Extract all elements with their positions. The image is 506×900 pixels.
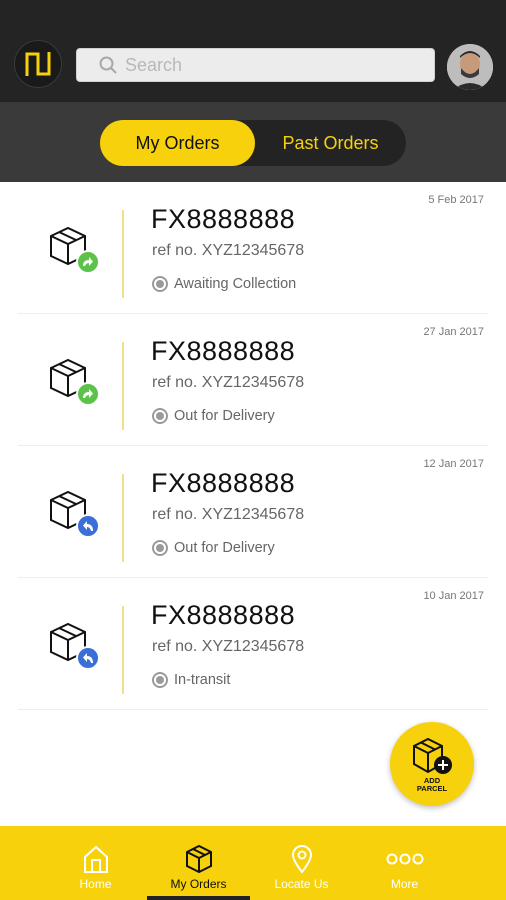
status-text: Out for Delivery xyxy=(174,408,275,424)
orders-list: FX8888888 ref no. XYZ12345678 Awaiting C… xyxy=(0,182,506,710)
status-radio-icon xyxy=(152,540,168,556)
package-icon xyxy=(48,226,100,276)
logo-mark-icon xyxy=(25,52,51,76)
map-pin-icon xyxy=(291,845,312,874)
order-code: FX8888888 xyxy=(151,204,296,234)
order-ref: ref no. XYZ12345678 xyxy=(152,638,305,655)
nav-more-label: More xyxy=(390,877,419,891)
row-divider xyxy=(122,474,124,562)
tab-switcher: My Orders Past Orders xyxy=(100,120,406,166)
app-screen: My Orders Past Orders FX8888888 ref no. … xyxy=(0,0,506,900)
order-ref: ref no. XYZ12345678 xyxy=(152,242,305,259)
package-icon xyxy=(48,622,100,672)
order-row[interactable]: FX8888888 ref no. XYZ12345678 Out for De… xyxy=(18,314,488,446)
order-date: 12 Jan 2017 xyxy=(423,458,484,470)
order-ref: ref no. XYZ12345678 xyxy=(152,506,305,523)
nav-locate-us[interactable]: Locate Us xyxy=(250,826,353,900)
tab-my-orders[interactable]: My Orders xyxy=(100,120,255,166)
package-icon xyxy=(48,490,100,540)
home-icon xyxy=(83,845,108,873)
profile-photo-icon xyxy=(447,44,493,90)
status-text: Out for Delivery xyxy=(174,540,275,556)
green-forward-arrow-icon xyxy=(50,226,100,274)
row-divider xyxy=(122,210,124,298)
green-forward-arrow-icon xyxy=(50,358,100,406)
order-ref: ref no. XYZ12345678 xyxy=(152,374,305,391)
order-status: Awaiting Collection xyxy=(152,276,296,292)
search-bar[interactable] xyxy=(76,48,435,82)
order-date: 5 Feb 2017 xyxy=(428,194,484,206)
order-status: Out for Delivery xyxy=(152,540,275,556)
package-icon xyxy=(185,844,212,874)
more-dots-icon xyxy=(386,853,423,865)
blue-return-arrow-icon xyxy=(50,490,100,538)
add-package-icon xyxy=(413,737,452,774)
bottom-navigation: Home My Orders Locate Us More xyxy=(0,826,506,900)
order-row[interactable]: FX8888888 ref no. XYZ12345678 In-transit… xyxy=(18,578,488,710)
status-radio-icon xyxy=(152,408,168,424)
nav-my-orders[interactable]: My Orders xyxy=(147,826,250,900)
order-date: 10 Jan 2017 xyxy=(423,590,484,602)
nav-home[interactable]: Home xyxy=(44,826,147,900)
nav-locate-us-label: Locate Us xyxy=(274,877,329,891)
nav-more[interactable]: More xyxy=(353,826,456,900)
package-icon xyxy=(48,358,100,408)
order-status: In-transit xyxy=(152,672,230,688)
add-parcel-button[interactable]: ADD PARCEL xyxy=(390,722,474,806)
order-row[interactable]: FX8888888 ref no. XYZ12345678 Awaiting C… xyxy=(18,182,488,314)
top-bar xyxy=(0,0,506,102)
tab-past-orders[interactable]: Past Orders xyxy=(255,120,406,166)
nav-home-label: Home xyxy=(79,877,112,891)
status-text: In-transit xyxy=(174,672,231,688)
search-input[interactable] xyxy=(125,54,385,76)
order-date: 27 Jan 2017 xyxy=(423,326,484,338)
nav-my-orders-label: My Orders xyxy=(170,877,227,891)
user-avatar[interactable] xyxy=(447,44,493,90)
blue-return-arrow-icon xyxy=(50,622,100,670)
add-parcel-label: ADD PARCEL xyxy=(416,775,448,793)
status-radio-icon xyxy=(152,672,168,688)
row-divider xyxy=(122,342,124,430)
status-radio-icon xyxy=(152,276,168,292)
order-code: FX8888888 xyxy=(151,336,296,366)
row-divider xyxy=(122,606,124,694)
order-row[interactable]: FX8888888 ref no. XYZ12345678 Out for De… xyxy=(18,446,488,578)
app-logo[interactable] xyxy=(14,40,62,88)
status-text: Awaiting Collection xyxy=(174,276,297,292)
order-code: FX8888888 xyxy=(151,468,296,498)
order-status: Out for Delivery xyxy=(152,408,275,424)
search-icon xyxy=(99,56,117,74)
order-code: FX8888888 xyxy=(151,600,296,630)
orders-tab-bar: My Orders Past Orders xyxy=(0,102,506,182)
